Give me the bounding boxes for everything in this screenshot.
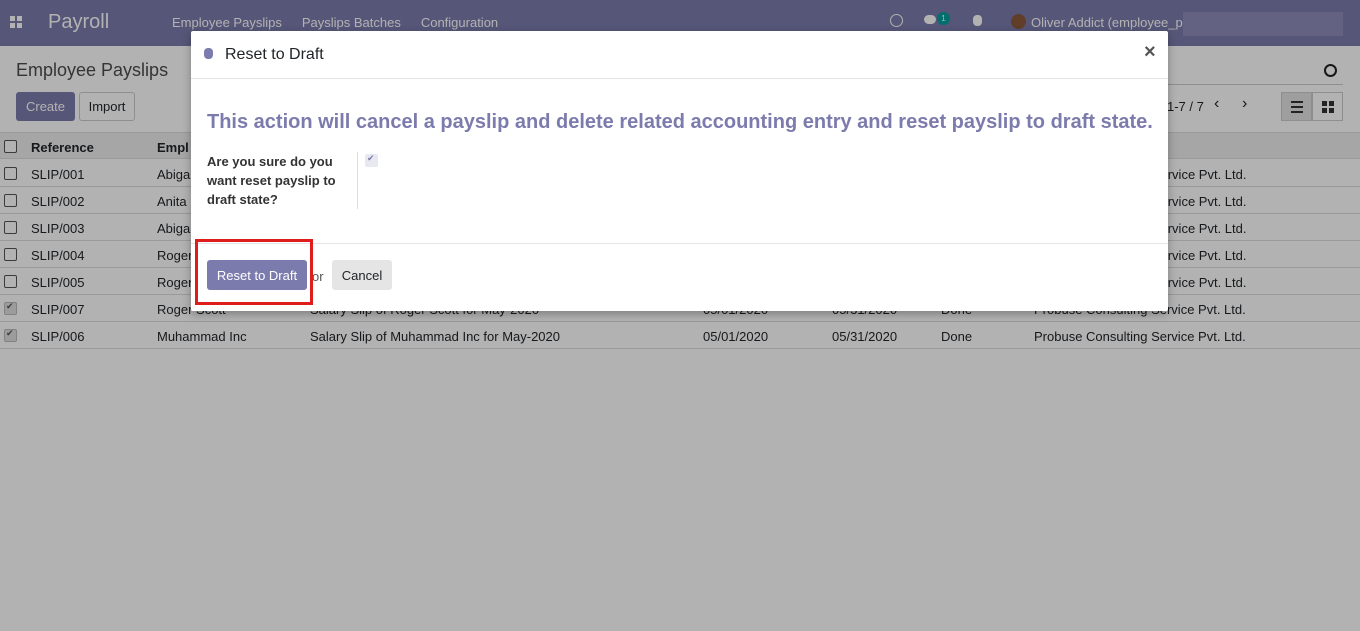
modal-header: Reset to Draft × bbox=[191, 31, 1168, 79]
confirm-field-label: Are you sure do you want reset payslip t… bbox=[207, 154, 336, 207]
debug-bug-icon bbox=[204, 48, 213, 59]
confirm-checkbox[interactable] bbox=[365, 153, 378, 167]
highlight-box bbox=[195, 239, 313, 305]
close-icon[interactable]: × bbox=[1144, 42, 1156, 62]
field-divider bbox=[357, 152, 358, 209]
or-separator: or bbox=[312, 269, 324, 284]
modal-footer: Reset to Draft or Cancel bbox=[191, 243, 1168, 312]
warning-heading: This action will cancel a payslip and de… bbox=[207, 111, 1153, 133]
modal-title: Reset to Draft bbox=[225, 46, 324, 63]
reset-to-draft-dialog: Reset to Draft × This action will cancel… bbox=[191, 31, 1168, 311]
cancel-button[interactable]: Cancel bbox=[332, 260, 392, 290]
